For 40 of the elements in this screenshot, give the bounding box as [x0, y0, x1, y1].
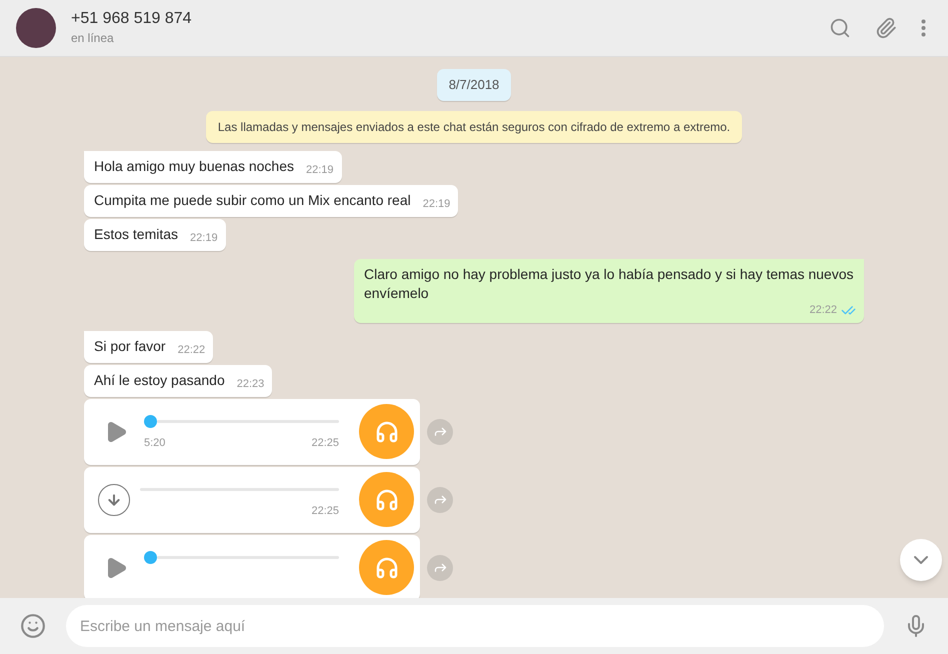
message-text: Cumpita me puede subir como un Mix encanto real	[94, 190, 411, 210]
search-button[interactable]	[829, 17, 851, 39]
message-time: 22:25	[311, 436, 339, 450]
forward-button[interactable]	[427, 418, 453, 444]
download-button[interactable]	[98, 484, 130, 516]
message-time: 22:19	[190, 230, 218, 246]
audio-slider-thumb[interactable]	[144, 550, 157, 564]
message-text: Ahí le estoy pasando	[94, 370, 225, 390]
scroll-down-button[interactable]	[900, 539, 942, 581]
headphones-icon	[374, 488, 398, 512]
emoji-button[interactable]	[20, 613, 46, 639]
avatar[interactable]	[16, 8, 56, 48]
headphones-icon	[374, 420, 398, 444]
headphones-icon	[374, 556, 398, 580]
attach-button[interactable]	[875, 17, 897, 39]
message-text: Claro amigo no hay problema justo ya lo había pensado y si hay temas nuevos envíemelo	[364, 264, 855, 302]
forward-button[interactable]	[427, 554, 453, 580]
emoji-icon	[20, 613, 46, 639]
date-chip: 8/7/2018	[436, 69, 512, 100]
message-time: 22:19	[422, 196, 450, 212]
contact-name: +51 968 519 874	[71, 9, 192, 29]
menu-icon	[921, 19, 926, 37]
audio-slider-thumb[interactable]	[144, 414, 157, 428]
forward-button[interactable]	[427, 486, 453, 512]
message-text: Estos temitas	[94, 224, 178, 244]
message-text: Si por favor	[94, 336, 166, 356]
download-icon	[106, 492, 122, 508]
message-time: 22:19	[306, 162, 334, 178]
message-text: Hola amigo muy buenas noches	[94, 156, 294, 176]
encryption-notice: Las llamadas y mensajes enviados a este chat están seguros con cifrado de extremo a extremo.	[206, 110, 742, 142]
message-input[interactable]: Escribe un mensaje aquí	[66, 605, 884, 647]
paperclip-icon	[875, 17, 897, 39]
message-time: 22:25	[311, 504, 339, 518]
contact-status: en línea	[71, 30, 115, 47]
audio-duration: 5:20	[144, 436, 166, 450]
message-time: 22:22	[809, 302, 837, 318]
menu-button[interactable]	[921, 19, 926, 37]
message-time: 22:22	[178, 342, 206, 358]
search-icon	[829, 17, 851, 39]
message-time: 22:23	[236, 376, 264, 392]
